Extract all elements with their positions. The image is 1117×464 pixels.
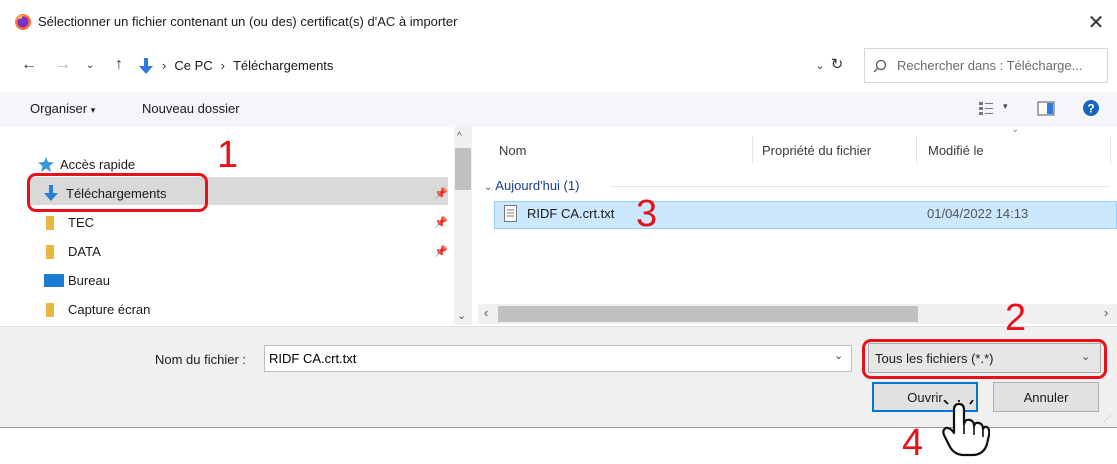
filename-label: Nom du fichier : [155,352,247,367]
search-icon [873,59,887,72]
chevron-down-icon: ⌄ [815,59,825,72]
horizontal-scrollbar-thumb[interactable] [498,306,918,322]
up-button[interactable]: ↑ [108,54,130,76]
column-header-modified[interactable]: Modifié le [928,143,984,158]
star-icon [38,157,54,172]
forward-button[interactable]: → [52,54,74,76]
breadcrumb-separator: › [162,58,167,73]
folder-icon [46,245,54,259]
scroll-down-icon[interactable]: ⌄ [457,309,466,322]
nav-item-tec[interactable]: TEC 📌 [46,209,466,236]
folder-icon [46,303,54,317]
close-icon: ✕ [1087,11,1105,34]
caret-down-icon: ▾ [90,105,96,115]
column-separator [752,136,753,164]
column-header-name[interactable]: Nom [499,143,526,158]
nav-item-screenshots[interactable]: Capture écran [46,296,466,323]
folder-icon [46,216,54,230]
nav-item-label: Capture écran [68,302,151,317]
search-box[interactable]: Rechercher dans : Télécharge... [864,48,1108,83]
sort-chevron-icon: ⌄ [1011,124,1020,135]
view-caret-icon[interactable]: ▾ [1003,101,1008,112]
annotation-box-downloads [27,173,208,212]
organize-label: Organiser [30,101,88,116]
pin-icon: 📌 [434,188,448,200]
address-bar[interactable]: › Ce PC › Téléchargements [134,45,803,86]
annotation-step-2: 2 [1005,297,1027,339]
nav-item-label: DATA [68,244,101,259]
window-title: Sélectionner un fichier contenant un (ou… [38,14,458,29]
breadcrumb-separator: › [220,58,225,73]
column-header-file-property[interactable]: Propriété du fichier [762,143,871,158]
refresh-button[interactable]: ↻ [827,53,847,75]
scroll-up-icon[interactable]: ^ [457,131,462,142]
breadcrumb-this-pc[interactable]: Ce PC [174,58,212,73]
nav-item-desktop[interactable]: Bureau [44,267,464,294]
nav-item-data[interactable]: DATA 📌 [46,238,466,265]
resize-grip-icon[interactable]: ⋰ [1103,414,1111,423]
group-header-today[interactable]: ⌄ Aujourd'hui (1) [484,178,579,193]
desktop-icon [44,274,64,287]
refresh-icon: ↻ [830,56,844,73]
text-file-icon [504,205,517,222]
nav-item-label: TEC [68,215,94,230]
group-divider [610,186,1110,187]
annotation-step-1: 1 [217,134,239,176]
annotation-step-4: 4 [902,422,924,464]
file-modified-date: 01/04/2022 14:13 [927,206,1029,221]
arrow-right-icon: → [55,56,71,73]
back-button[interactable]: ← [18,54,40,76]
nav-scrollbar-thumb[interactable] [455,148,471,190]
close-button[interactable]: ✕ [1082,8,1110,36]
firefox-icon [15,14,31,30]
nav-item-label: Accès rapide [60,157,136,172]
chevron-down-icon[interactable]: ⌄ [834,349,843,362]
view-options-icon[interactable] [978,100,994,116]
column-separator [916,136,917,164]
breadcrumb-downloads[interactable]: Téléchargements [233,58,333,73]
hand-pointer-icon [942,400,990,457]
new-folder-button[interactable]: Nouveau dossier [142,101,240,116]
pin-icon: 📌 [434,246,448,258]
arrow-left-icon: ← [21,56,37,73]
download-arrow-icon [139,57,153,74]
annotation-box-filetype [862,339,1107,379]
svg-text:?: ? [1087,102,1094,116]
organize-menu-button[interactable]: Organiser ▾ [30,101,95,116]
search-input[interactable]: Rechercher dans : Télécharge... [897,58,1082,73]
column-separator [1110,136,1111,164]
recent-locations-button[interactable]: ⌄ [82,56,98,74]
filename-input[interactable] [264,345,852,372]
arrow-up-icon: ↑ [115,56,123,73]
pin-icon: 📌 [434,217,448,229]
scroll-left-icon[interactable]: ‹ [484,305,488,320]
scroll-right-icon[interactable]: › [1104,305,1108,320]
preview-pane-icon[interactable] [1037,101,1055,116]
annotation-step-3: 3 [636,193,658,235]
chevron-down-icon: ⌄ [85,59,95,71]
group-label: Aujourd'hui (1) [495,178,580,193]
chevron-down-icon: ⌄ [484,182,493,193]
nav-item-label: Bureau [68,273,110,288]
help-icon[interactable]: ? [1082,99,1100,117]
file-name: RIDF CA.crt.txt [527,206,615,221]
cancel-button[interactable]: Annuler [993,382,1099,412]
